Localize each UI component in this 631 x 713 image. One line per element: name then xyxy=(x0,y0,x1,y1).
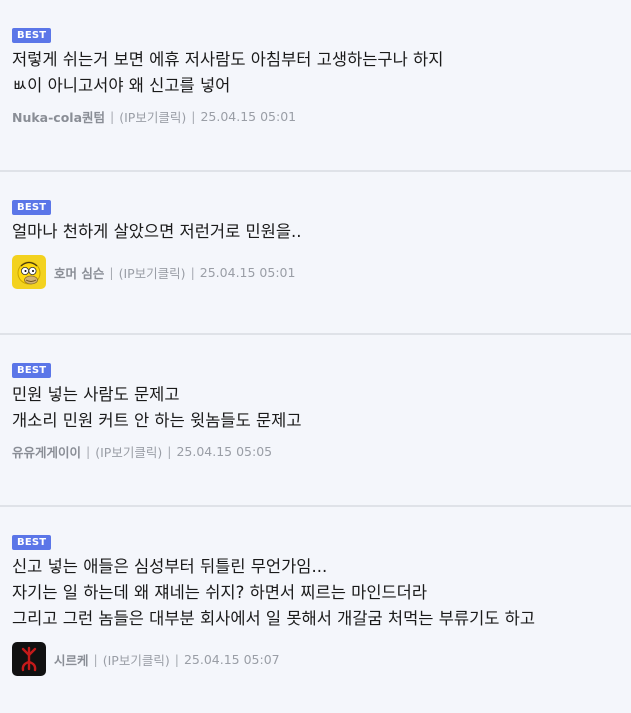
comment-meta: 호머 심슨 | (IP보기클릭) | 25.04.15 05:01 xyxy=(12,255,621,289)
comment-meta: 유유게게이이 | (IP보기클릭) | 25.04.15 05:05 xyxy=(12,442,621,461)
comment-meta: Nuka-cola퀀텀 | (IP보기클릭) | 25.04.15 05:01 xyxy=(12,107,621,126)
comment-datetime: 25.04.15 05:01 xyxy=(199,264,296,280)
comment-line: 신고 넣는 애들은 심성부터 뒤틀린 무언가임... xyxy=(12,557,328,576)
meta-separator: | xyxy=(167,444,172,459)
best-comment: BEST 저렇게 쉬는거 보면 에휴 저사람도 아침부터 고생하는구나 하지 ㅄ… xyxy=(0,0,631,172)
comment-text: 민원 넣는 사람도 문제고 개소리 민원 커트 안 하는 윗놈들도 문제고 xyxy=(12,382,621,434)
comment-text: 신고 넣는 애들은 심성부터 뒤틀린 무언가임... 자기는 일 하는데 왜 쟤… xyxy=(12,554,621,632)
best-comment: BEST 민원 넣는 사람도 문제고 개소리 민원 커트 안 하는 윗놈들도 문… xyxy=(0,335,631,507)
homer-simpson-avatar-icon[interactable] xyxy=(12,255,46,289)
author-nickname[interactable]: 시르케 xyxy=(54,650,89,669)
meta-separator: | xyxy=(190,264,195,280)
meta-separator: | xyxy=(93,651,98,667)
best-badge: BEST xyxy=(12,200,52,215)
brand-of-sacrifice-avatar-icon[interactable] xyxy=(12,642,46,676)
meta-separator: | xyxy=(191,109,196,124)
comment-line: 저렇게 쉬는거 보면 에휴 저사람도 아침부터 고생하는구나 하지 xyxy=(12,50,444,69)
comment-meta: 시르케 | (IP보기클릭) | 25.04.15 05:07 xyxy=(12,642,621,676)
comment-line: 민원 넣는 사람도 문제고 xyxy=(12,385,180,404)
ip-view-link[interactable]: (IP보기클릭) xyxy=(119,263,186,282)
comment-text: 얼마나 천하게 살았으면 저런거로 민원을.. xyxy=(12,219,621,245)
comment-line: 그리고 그런 놈들은 대부분 회사에서 일 못해서 개갈굼 처먹는 부류기도 하… xyxy=(12,609,536,628)
ip-view-link[interactable]: (IP보기클릭) xyxy=(95,442,162,461)
comment-list: BEST 저렇게 쉬는거 보면 에휴 저사람도 아침부터 고생하는구나 하지 ㅄ… xyxy=(0,0,631,713)
comment-line: ㅄ이 아니고서야 왜 신고를 넣어 xyxy=(12,76,231,95)
author-nickname[interactable]: 호머 심슨 xyxy=(54,263,104,282)
best-comment: BEST 신고 넣는 애들은 심성부터 뒤틀린 무언가임... 자기는 일 하는… xyxy=(0,507,631,713)
comment-datetime: 25.04.15 05:01 xyxy=(200,109,297,124)
best-badge: BEST xyxy=(12,28,52,43)
comment-datetime: 25.04.15 05:07 xyxy=(183,651,280,667)
comment-line: 개소리 민원 커트 안 하는 윗놈들도 문제고 xyxy=(12,411,302,430)
meta-separator: | xyxy=(86,444,91,459)
comment-datetime: 25.04.15 05:05 xyxy=(176,444,273,459)
best-comment: BEST 얼마나 천하게 살았으면 저런거로 민원을.. 호머 심슨 | (IP… xyxy=(0,172,631,335)
meta-separator: | xyxy=(110,109,115,124)
best-badge: BEST xyxy=(12,535,52,550)
comment-line: 얼마나 천하게 살았으면 저런거로 민원을.. xyxy=(12,222,302,241)
meta-separator: | xyxy=(174,651,179,667)
meta-separator: | xyxy=(109,264,114,280)
comment-line: 자기는 일 하는데 왜 쟤네는 쉬지? 하면서 찌르는 마인드더라 xyxy=(12,583,428,602)
author-nickname[interactable]: Nuka-cola퀀텀 xyxy=(12,107,105,126)
comment-text: 저렇게 쉬는거 보면 에휴 저사람도 아침부터 고생하는구나 하지 ㅄ이 아니고… xyxy=(12,47,621,99)
ip-view-link[interactable]: (IP보기클릭) xyxy=(103,650,170,669)
best-badge: BEST xyxy=(12,363,52,378)
author-nickname[interactable]: 유유게게이이 xyxy=(12,442,81,461)
ip-view-link[interactable]: (IP보기클릭) xyxy=(119,107,186,126)
